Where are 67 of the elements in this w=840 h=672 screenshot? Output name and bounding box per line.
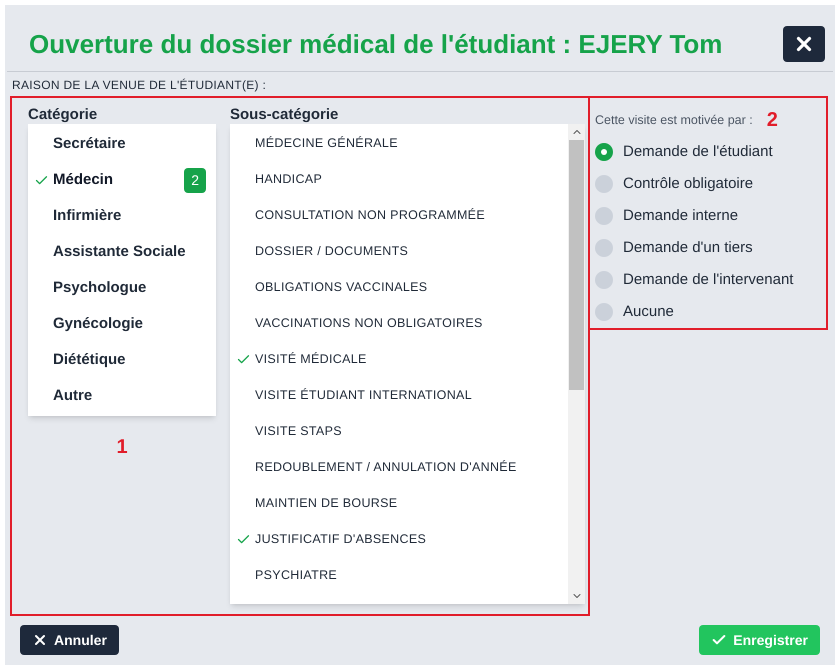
subcategory-item[interactable]: CONSULTATION NON PROGRAMMÉE xyxy=(230,197,568,233)
close-button[interactable] xyxy=(783,26,825,62)
subcategory-label: HANDICAP xyxy=(255,170,322,188)
category-item[interactable]: Diététique xyxy=(28,342,216,378)
category-label: Infirmière xyxy=(53,206,122,226)
annotation-number: 1 xyxy=(116,435,128,460)
subcategory-label: CONSULTATION NON PROGRAMMÉE xyxy=(255,206,485,224)
subcategory-label: PSYCHIATRE xyxy=(255,566,338,584)
category-label: Autre xyxy=(53,386,94,406)
radio-button[interactable] xyxy=(595,207,613,225)
category-item[interactable]: Gynécologie xyxy=(28,306,216,342)
subcategory-label: VACCINATIONS NON OBLIGATOIRES xyxy=(255,314,483,332)
subcategory-label: VISITE STAPS xyxy=(255,422,342,440)
category-label: Gynécologie xyxy=(53,314,144,334)
category-item[interactable]: Autre xyxy=(28,378,216,414)
scrollbar[interactable] xyxy=(568,124,585,604)
category-label: Médecin xyxy=(53,170,114,190)
motive-prompt: Cette visite est motivée par : xyxy=(595,112,753,129)
category-item[interactable]: Médecin 2 xyxy=(28,162,216,198)
category-item[interactable]: Secrétaire xyxy=(28,126,216,162)
subcategory-label: OBLIGATIONS VACCINALES xyxy=(255,278,428,296)
radio-button[interactable] xyxy=(595,271,613,289)
radio-label: Contrôle obligatoire xyxy=(623,174,754,194)
radio-label: Demande de l'étudiant xyxy=(623,142,773,162)
category-item[interactable]: Assistante Sociale xyxy=(28,234,216,270)
radio-button[interactable] xyxy=(595,239,613,257)
radio-label: Demande d'un tiers xyxy=(623,238,753,258)
category-item[interactable]: Psychologue xyxy=(28,270,216,306)
subcategory-item[interactable]: VISITE ÉTUDIANT INTERNATIONAL xyxy=(230,377,568,413)
subcategory-label: JUSTIFICATIF D'ABSENCES xyxy=(255,530,426,548)
radio-button[interactable] xyxy=(595,175,613,193)
scrollbar-thumb[interactable] xyxy=(569,140,584,390)
count-badge: 2 xyxy=(184,168,206,192)
radio-label: Demande de l'intervenant xyxy=(623,270,794,290)
subcategory-label: DOSSIER / DOCUMENTS xyxy=(255,242,408,260)
subcategory-item[interactable]: VISITE STAPS xyxy=(230,413,568,449)
subcategory-label: MÉDECINE GÉNÉRALE xyxy=(255,134,398,152)
subcategory-item[interactable]: OBLIGATIONS VACCINALES xyxy=(230,269,568,305)
category-item[interactable]: Infirmière xyxy=(28,198,216,234)
annotation-number: 2 xyxy=(766,110,778,130)
subcategory-item[interactable]: PSYCHIATRE xyxy=(230,557,568,593)
cancel-button[interactable]: Annuler xyxy=(20,625,119,655)
subcategory-label: MAINTIEN DE BOURSE xyxy=(255,494,398,512)
subcategory-label: REDOUBLEMENT / ANNULATION D'ANNÉE xyxy=(255,458,517,476)
subcategory-item[interactable]: REDOUBLEMENT / ANNULATION D'ANNÉE xyxy=(230,449,568,485)
subcategory-item[interactable]: DOSSIER / DOCUMENTS xyxy=(230,233,568,269)
category-label: Psychologue xyxy=(53,278,148,298)
radio-label: Demande interne xyxy=(623,206,738,226)
subcategory-item[interactable]: MAINTIEN DE BOURSE xyxy=(230,485,568,521)
column-heading: Sous-catégorie xyxy=(230,106,340,124)
subcategory-item[interactable]: MÉDECINE GÉNÉRALE xyxy=(230,125,568,161)
column-heading: Catégorie xyxy=(28,106,98,124)
category-label: Secrétaire xyxy=(53,134,127,154)
subcategory-label: VISITE ÉTUDIANT INTERNATIONAL xyxy=(255,386,472,404)
subcategory-item[interactable]: JUSTIFICATIF D'ABSENCES xyxy=(230,521,568,557)
radio-label: Aucune xyxy=(623,302,674,322)
radio-button[interactable] xyxy=(595,303,613,321)
subcategory-item[interactable]: HANDICAP xyxy=(230,161,568,197)
subcategory-item[interactable]: VISITÉ MÉDICALE xyxy=(230,341,568,377)
close-icon xyxy=(32,632,48,648)
section-label: RAISON DE LA VENUE DE L'ÉTUDIANT(E) : xyxy=(11,77,268,94)
subcategory-label: VISITÉ MÉDICALE xyxy=(255,350,367,368)
radio-button[interactable] xyxy=(595,143,613,161)
dialog-title: Ouverture du dossier médical de l'étudiant : EJERY Tom xyxy=(29,28,722,60)
category-label: Diététique xyxy=(53,350,127,370)
category-label: Assistante Sociale xyxy=(53,242,187,262)
subcategory-item[interactable]: VACCINATIONS NON OBLIGATOIRES xyxy=(230,305,568,341)
